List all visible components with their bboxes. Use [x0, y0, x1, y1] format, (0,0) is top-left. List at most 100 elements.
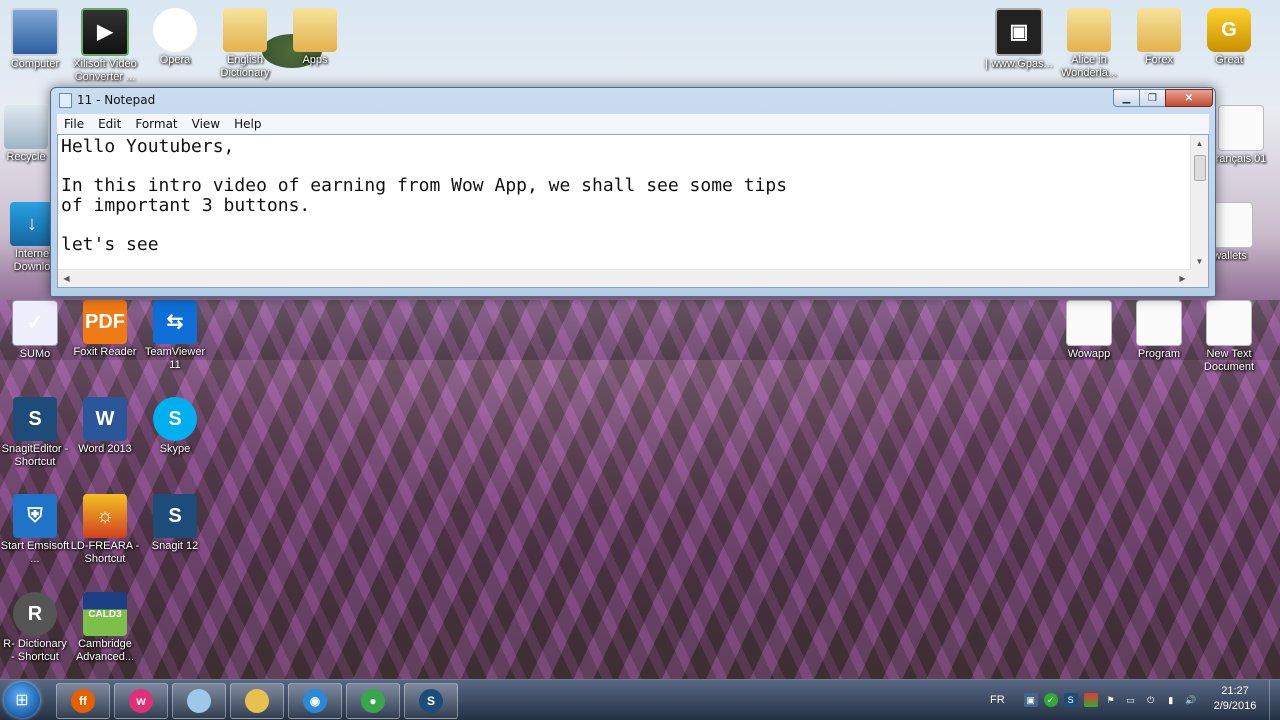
vertical-scrollbar[interactable]: ▲ ▼	[1190, 135, 1208, 270]
download-manager-icon: ↓	[10, 202, 54, 246]
horizontal-scrollbar[interactable]: ◀ ▶	[58, 269, 1191, 287]
desktop-icon[interactable]: PDF Foxit Reader	[70, 300, 140, 359]
desktop-icon[interactable]: S SnagitEditor - Shortcut	[0, 397, 70, 469]
desktop-icon[interactable]: CALD3 Cambridge Advanced...	[70, 592, 140, 664]
desktop-icon[interactable]: S Snagit 12	[140, 494, 210, 553]
power-icon[interactable]: ⏻	[1144, 693, 1158, 707]
desktop-icon[interactable]: ✓ SUMo	[0, 300, 70, 361]
emsisoft-icon: ⛨	[13, 494, 57, 538]
media-player-icon: ◉	[303, 689, 327, 713]
desktop-icon[interactable]: English Dictionary	[210, 8, 280, 80]
notepad-app-icon[interactable]	[59, 93, 72, 108]
desktop-icon[interactable]: ⇆ TeamViewer 11	[140, 300, 210, 372]
desktop-icon-label: SnagitEditor - Shortcut	[1, 443, 69, 468]
desktop-icon[interactable]: ☼ LD-FREARA - Shortcut	[70, 494, 140, 566]
clock-date: 2/9/2016	[1213, 700, 1257, 712]
desktop-icon[interactable]: ▶ Xilisoft Video Converter ...	[70, 8, 140, 84]
scrollbar-corner	[1191, 270, 1208, 287]
desktop-icon-label: Forex	[1144, 54, 1174, 66]
desktop-icon[interactable]: New Text Document	[1194, 300, 1264, 374]
taskbar-app-button[interactable]: S	[404, 683, 458, 719]
start-button[interactable]: ⊞	[4, 682, 40, 718]
desktop-icon[interactable]: Forex	[1124, 8, 1194, 67]
taskbar-app-button[interactable]	[172, 683, 226, 719]
language-indicator[interactable]: FR	[990, 694, 1005, 706]
ld-freara-icon: ☼	[83, 494, 127, 538]
menu-help[interactable]: Help	[227, 117, 268, 131]
file-explorer-icon	[245, 689, 269, 713]
sumo-icon: ✓	[12, 300, 58, 346]
scroll-down-arrow-icon[interactable]: ▼	[1191, 253, 1208, 270]
cambridge-dictionary-icon: CALD3	[83, 592, 127, 636]
taskbar-app-button[interactable]: ●	[346, 683, 400, 719]
desktop-icon[interactable]: rançais.01	[1206, 105, 1276, 166]
taskbar-app-button[interactable]	[230, 683, 284, 719]
desktop-icon[interactable]: Wowapp	[1054, 300, 1124, 361]
menu-edit[interactable]: Edit	[91, 117, 128, 131]
desktop-icon-label: Program	[1137, 348, 1181, 360]
taskbar-app-button[interactable]: ◉	[288, 683, 342, 719]
word-icon: W	[83, 397, 127, 441]
minimize-button[interactable]: ▁	[1113, 89, 1140, 107]
menu-file[interactable]: File	[57, 117, 91, 131]
wowapp-icon: w	[129, 689, 153, 713]
skype-icon: S	[153, 397, 197, 441]
file-icon	[1066, 300, 1112, 346]
scroll-left-arrow-icon[interactable]: ◀	[58, 270, 75, 287]
tray-monitor-icon[interactable]: ▭	[1124, 693, 1138, 707]
vertical-scroll-thumb[interactable]	[1194, 155, 1206, 181]
desktop-icon[interactable]: R R- Dictionary - Shortcut	[0, 592, 70, 664]
desktop-icon[interactable]: Alice in Wonderla...	[1054, 8, 1124, 80]
window-titlebar[interactable]: 11 - Notepad ▁ ❐ ✕	[51, 88, 1215, 112]
desktop-icon-label: English Dictionary	[220, 54, 270, 79]
notepad-window[interactable]: 11 - Notepad ▁ ❐ ✕ File Edit Format View…	[50, 87, 1216, 297]
tray-app-icon[interactable]: ▣	[1023, 693, 1038, 707]
snagit-tray-icon[interactable]: S	[1063, 693, 1078, 707]
scroll-right-arrow-icon[interactable]: ▶	[1174, 270, 1191, 287]
action-center-flag-icon[interactable]: ⚑	[1104, 693, 1118, 707]
desktop-icon[interactable]: ▣ | www.Gpas...	[984, 8, 1054, 71]
desktop-icon[interactable]: O Opera	[140, 8, 210, 67]
desktop-icon[interactable]: ⛨ Start Emsisoft ...	[0, 494, 70, 566]
taskbar-app-button[interactable]: ff	[56, 683, 110, 719]
opera-icon: O	[153, 8, 197, 52]
folder-icon	[293, 8, 337, 52]
scroll-up-arrow-icon[interactable]: ▲	[1191, 135, 1208, 152]
desktop-icon[interactable]: S Skype	[140, 397, 210, 456]
menu-view[interactable]: View	[185, 117, 227, 131]
folder-icon	[223, 8, 267, 52]
desktop-icon[interactable]: Apps	[280, 8, 350, 67]
menu-format[interactable]: Format	[128, 117, 184, 131]
desktop-icon[interactable]: W Word 2013	[70, 397, 140, 456]
desktop-icon-label: Great	[1215, 54, 1243, 66]
desktop-icon[interactable]: Computer	[0, 8, 70, 71]
chrome-icon: ●	[361, 689, 385, 713]
desktop-icon-label: Cambridge Advanced...	[75, 638, 135, 663]
file-icon	[1218, 105, 1264, 151]
file-icon	[1136, 300, 1182, 346]
desktop-icon[interactable]: G Great	[1194, 8, 1264, 67]
recycle-bin-icon	[4, 105, 48, 149]
taskbar-app-button[interactable]: w	[114, 683, 168, 719]
text-editor[interactable]: Hello Youtubers, In this intro video of …	[57, 134, 1209, 288]
show-desktop-button[interactable]	[1269, 680, 1280, 720]
volume-icon[interactable]: 🔊	[1184, 693, 1198, 707]
desktop-icon-label: Alice in Wonderla...	[1060, 54, 1118, 79]
great-app-icon: G	[1207, 8, 1251, 52]
system-clock[interactable]: 21:27 2/9/2016	[1204, 684, 1266, 714]
window-title: 11 - Notepad	[77, 93, 156, 107]
text-document-icon	[1206, 300, 1252, 346]
desktop-icon[interactable]: Program	[1124, 300, 1194, 361]
desktop-icon-label: Skype	[159, 443, 191, 455]
desktop-icon-label: Foxit Reader	[73, 346, 137, 358]
desktop-icon-label: Computer	[10, 58, 60, 70]
tray-color-icon[interactable]	[1083, 693, 1098, 707]
folder-icon	[1137, 8, 1181, 52]
document-text[interactable]: Hello Youtubers, In this intro video of …	[60, 137, 1188, 269]
video-converter-icon: ▶	[81, 8, 129, 56]
close-button[interactable]: ✕	[1165, 89, 1213, 107]
network-icon[interactable]: ▮	[1164, 693, 1178, 707]
security-shield-icon[interactable]: ✓	[1043, 693, 1058, 707]
maximize-button[interactable]: ❐	[1139, 89, 1166, 107]
desktop-icon-label: New Text Document	[1203, 348, 1255, 373]
